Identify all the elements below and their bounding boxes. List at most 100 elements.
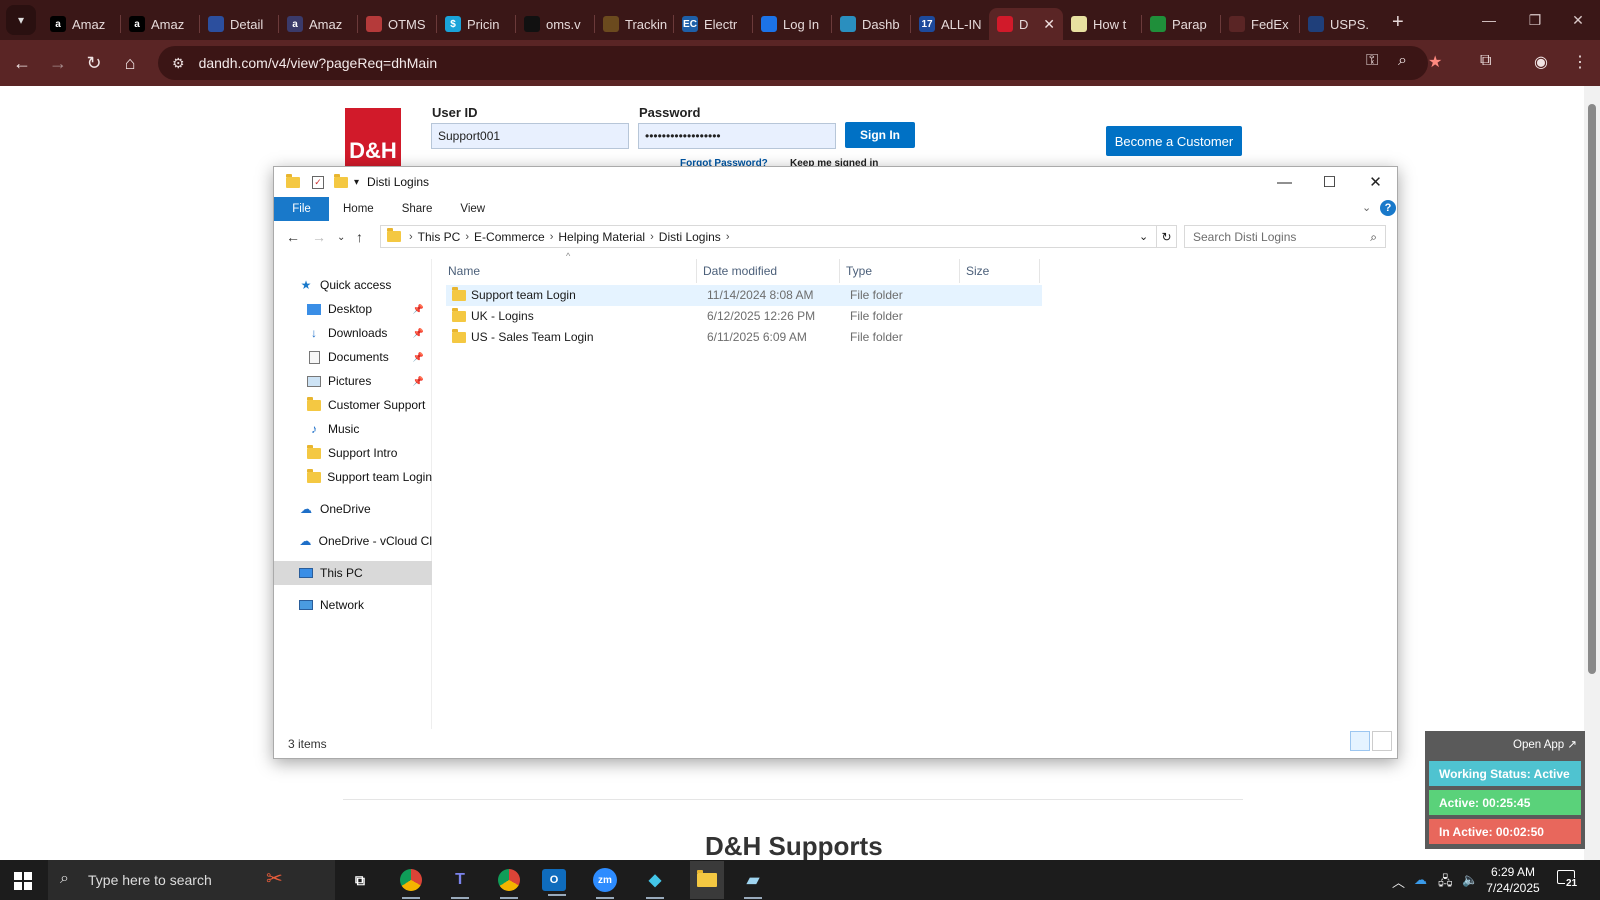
nav-customer-support[interactable]: Customer Support: [274, 393, 432, 417]
tab-search-dropdown[interactable]: ▾: [6, 5, 36, 35]
browser-tab[interactable]: a Amaz: [42, 8, 120, 40]
nav-support-team-login[interactable]: Support team Login: [274, 465, 432, 489]
help-icon[interactable]: ?: [1380, 200, 1396, 216]
column-name[interactable]: Name: [442, 259, 697, 283]
open-app-link[interactable]: Open App ↗: [1513, 737, 1577, 751]
nav-desktop[interactable]: Desktop 📌: [274, 297, 432, 321]
task-view-icon[interactable]: ⧉: [345, 866, 375, 894]
explorer-search-input[interactable]: Search Disti Logins ⌕: [1184, 225, 1386, 248]
nav-onedrive-vcloud[interactable]: ☁ OneDrive - vCloud Cl: [274, 529, 432, 553]
details-view-button[interactable]: [1350, 731, 1370, 751]
zoom-icon[interactable]: ⌕: [1398, 52, 1407, 70]
new-folder-icon[interactable]: [334, 173, 348, 188]
explorer-address-bar[interactable]: › This PC › E-Commerce › Helping Material ›…: [380, 225, 1157, 248]
nav-downloads[interactable]: ↓ Downloads 📌: [274, 321, 432, 345]
browser-tab[interactable]: a Amaz: [121, 8, 199, 40]
page-scrollbar[interactable]: [1584, 86, 1600, 860]
dh-logo[interactable]: D&H: [345, 108, 401, 168]
browser-tab[interactable]: Detail: [200, 8, 278, 40]
explorer-close-button[interactable]: ✕: [1353, 167, 1398, 197]
nav-pictures[interactable]: Pictures 📌: [274, 369, 432, 393]
ribbon-tab-share[interactable]: Share: [388, 197, 447, 221]
browser-tab[interactable]: 17 ALL-IN: [911, 8, 989, 40]
customize-toolbar-icon[interactable]: ▾: [354, 177, 359, 188]
browser-tab[interactable]: Trackin: [595, 8, 673, 40]
outlook-icon[interactable]: O: [542, 869, 566, 896]
column-date-modified[interactable]: Date modified: [697, 259, 840, 283]
chrome-icon[interactable]: [396, 866, 426, 899]
breadcrumb-separator[interactable]: ›: [409, 231, 413, 243]
new-tab-button[interactable]: +: [1392, 11, 1404, 34]
file-explorer-taskbar-icon[interactable]: [690, 861, 724, 899]
network-tray-icon[interactable]: 🖧: [1438, 872, 1453, 894]
tray-overflow-icon[interactable]: ︿: [1392, 872, 1405, 891]
teams-icon[interactable]: T: [445, 866, 475, 899]
reload-button[interactable]: ↻: [78, 47, 110, 79]
chrome-profile-icon[interactable]: [494, 866, 524, 899]
userid-input[interactable]: Support001: [431, 123, 629, 149]
extensions-icon[interactable]: ⧉: [1480, 52, 1491, 70]
become-customer-button[interactable]: Become a Customer: [1106, 126, 1242, 156]
file-row[interactable]: US - Sales Team Login 6/11/2025 6:09 AM …: [446, 327, 1042, 348]
browser-tab[interactable]: FedEx: [1221, 8, 1299, 40]
close-tab-icon[interactable]: ✕: [1043, 16, 1055, 33]
file-row[interactable]: UK - Logins 6/12/2025 12:26 PM File fold…: [446, 306, 1042, 327]
minimize-window-button[interactable]: —: [1466, 0, 1512, 40]
notification-center-icon[interactable]: 21: [1557, 870, 1579, 889]
browser-tab[interactable]: $ Pricin: [437, 8, 515, 40]
up-button[interactable]: ↑: [356, 229, 363, 245]
zoom-app-icon[interactable]: zm: [590, 866, 620, 899]
forward-button[interactable]: →: [42, 47, 74, 79]
explorer-minimize-button[interactable]: —: [1262, 167, 1307, 197]
nav-music[interactable]: ♪ Music: [274, 417, 432, 441]
explorer-maximize-button[interactable]: ☐: [1307, 167, 1352, 197]
pin-icon[interactable]: 📌: [413, 376, 424, 387]
properties-icon[interactable]: ✓: [312, 175, 324, 189]
breadcrumb-helping-material[interactable]: Helping Material: [558, 230, 645, 244]
breadcrumb-separator[interactable]: ›: [550, 231, 554, 243]
breadcrumb-disti-logins[interactable]: Disti Logins: [659, 230, 721, 244]
browser-tab[interactable]: oms.v: [516, 8, 594, 40]
browser-tab[interactable]: a Amaz: [279, 8, 357, 40]
breadcrumb-separator[interactable]: ›: [650, 231, 654, 243]
explorer-forward-button[interactable]: →: [312, 229, 326, 245]
browser-tab[interactable]: OTMS: [358, 8, 436, 40]
address-bar[interactable]: ⚙ dandh.com/v4/view?pageReq=dhMain: [158, 46, 1428, 80]
column-type[interactable]: Type: [840, 259, 960, 283]
onedrive-tray-icon[interactable]: ☁: [1414, 872, 1427, 888]
refresh-button[interactable]: ↻: [1157, 225, 1177, 248]
explorer-back-button[interactable]: ←: [286, 229, 300, 245]
breadcrumb-e-commerce[interactable]: E-Commerce: [474, 230, 545, 244]
nav-documents[interactable]: Documents 📌: [274, 345, 432, 369]
nav-quick-access[interactable]: ★ Quick access: [274, 273, 432, 297]
nav-network[interactable]: Network: [274, 593, 432, 617]
close-window-button[interactable]: ✕: [1556, 0, 1600, 40]
file-row[interactable]: Support team Login 11/14/2024 8:08 AM Fi…: [446, 285, 1042, 306]
ribbon-tab-view[interactable]: View: [446, 197, 499, 221]
nav-support-intro[interactable]: Support Intro: [274, 441, 432, 465]
app-diamond-icon[interactable]: ◆: [640, 866, 670, 899]
taskbar-search[interactable]: ⌕ Type here to search ✂: [48, 860, 335, 900]
system-clock[interactable]: 6:29 AM 7/24/2025: [1482, 864, 1544, 896]
breadcrumb-this-pc[interactable]: This PC: [418, 230, 461, 244]
restore-window-button[interactable]: ❐: [1512, 0, 1558, 40]
password-input[interactable]: ••••••••••••••••••: [638, 123, 836, 149]
browser-tab[interactable]: EC Electr: [674, 8, 752, 40]
browser-tab[interactable]: USPS.: [1300, 8, 1378, 40]
browser-tab[interactable]: Dashb: [832, 8, 910, 40]
app-book-icon[interactable]: ▰: [738, 866, 768, 899]
browser-tab[interactable]: D ✕: [989, 8, 1063, 40]
browser-tab[interactable]: How t: [1063, 8, 1141, 40]
sign-in-button[interactable]: Sign In: [845, 122, 915, 148]
home-button[interactable]: ⌂: [114, 47, 146, 79]
browser-tab[interactable]: Log In: [753, 8, 831, 40]
pin-icon[interactable]: 📌: [413, 352, 424, 363]
address-dropdown-icon[interactable]: ⌄: [1139, 230, 1148, 243]
profile-icon[interactable]: ◉: [1534, 52, 1548, 72]
ribbon-tab-home[interactable]: Home: [329, 197, 388, 221]
bookmark-star-icon[interactable]: ★: [1428, 52, 1442, 72]
start-button[interactable]: [14, 872, 32, 890]
back-button[interactable]: ←: [6, 47, 38, 79]
large-icons-view-button[interactable]: [1372, 731, 1392, 751]
pin-icon[interactable]: 📌: [413, 328, 424, 339]
